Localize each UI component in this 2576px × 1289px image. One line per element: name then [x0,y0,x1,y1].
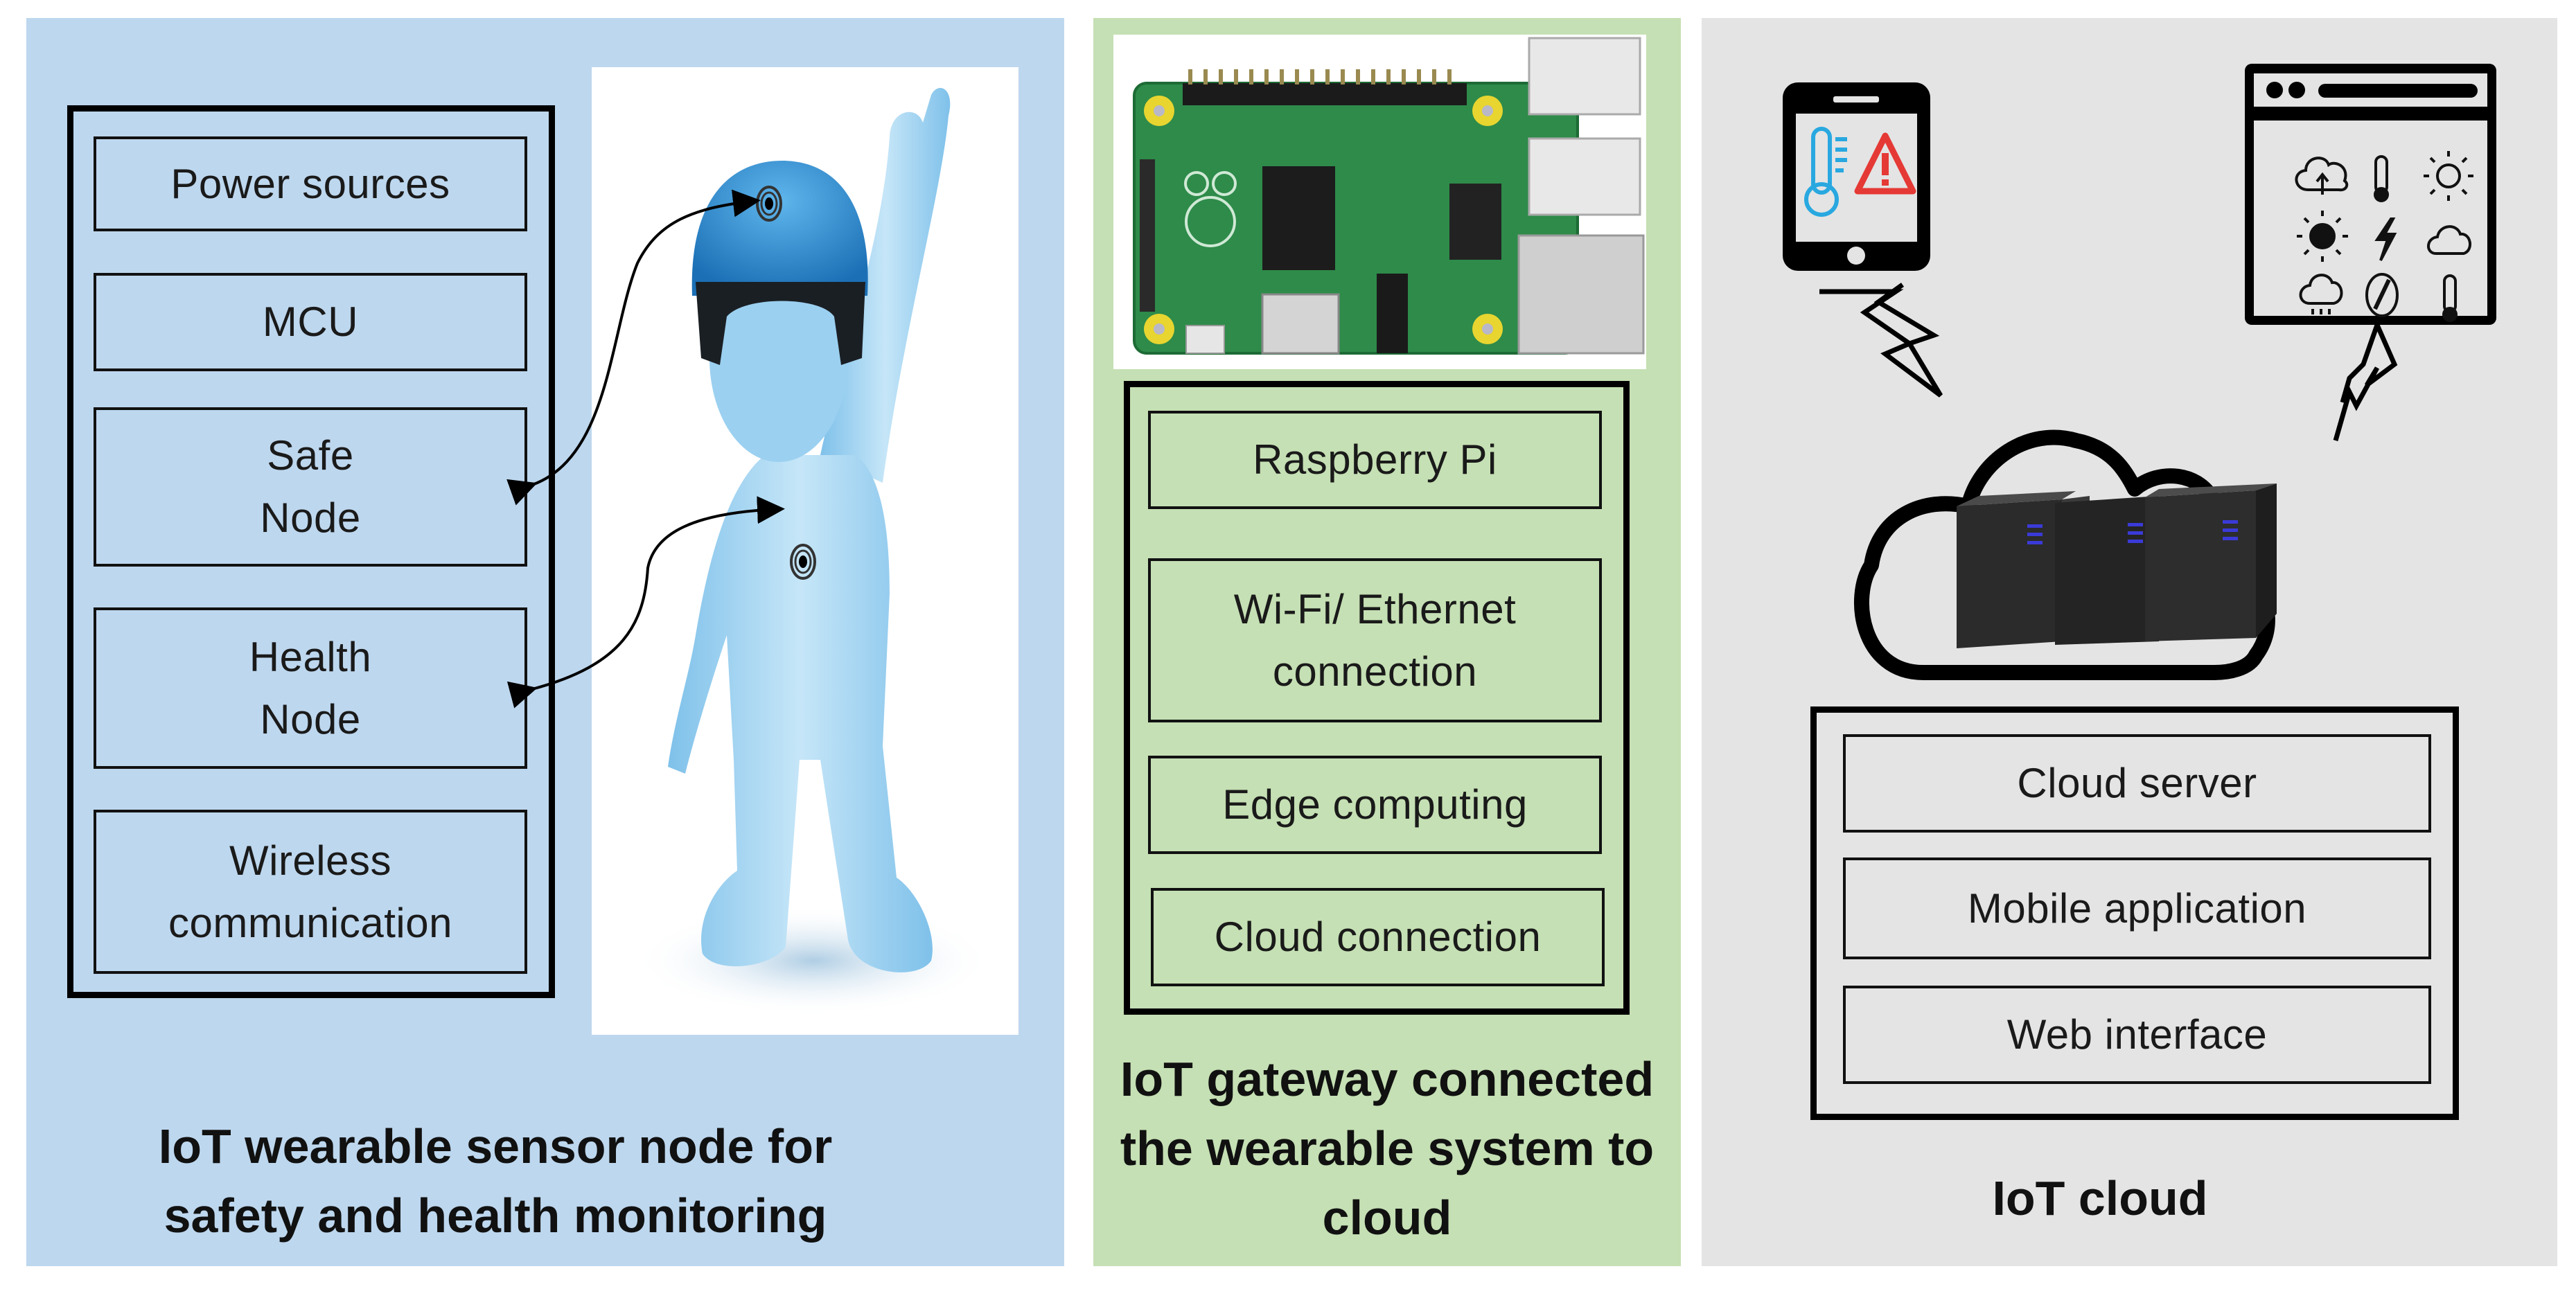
component-wifi-ethernet-connection: Wi-Fi/ Ethernet connection [1148,558,1602,722]
component-cloud-connection: Cloud connection [1151,888,1605,986]
component-cloud-server: Cloud server [1843,734,2431,833]
wearable-panel-title: IoT wearable sensor node for safety and … [158,1119,833,1243]
sensor-link-arrows [506,189,785,709]
server-rack-icon [1957,483,2277,648]
component-mobile-application: Mobile application [1843,857,2431,959]
chest-to-health-node-arrow [506,496,785,709]
browser-wireless-link-icon [2333,323,2398,441]
gateway-panel-title: IoT gateway connected the wearable syste… [1120,1052,1655,1245]
raspberry-pi-board-icon [1133,37,1645,355]
component-web-interface: Web interface [1843,986,2431,1084]
component-edge-computing: Edge computing [1148,756,1602,854]
browser-window-icon [2245,64,2496,325]
component-raspberry-pi: Raspberry Pi [1148,411,1602,509]
helmet-to-safe-node-arrow [506,189,761,506]
cloud-illustration [1783,64,2496,680]
phone-wireless-link-icon [1819,283,1943,398]
cloud-panel-title: IoT cloud [1992,1171,2208,1225]
